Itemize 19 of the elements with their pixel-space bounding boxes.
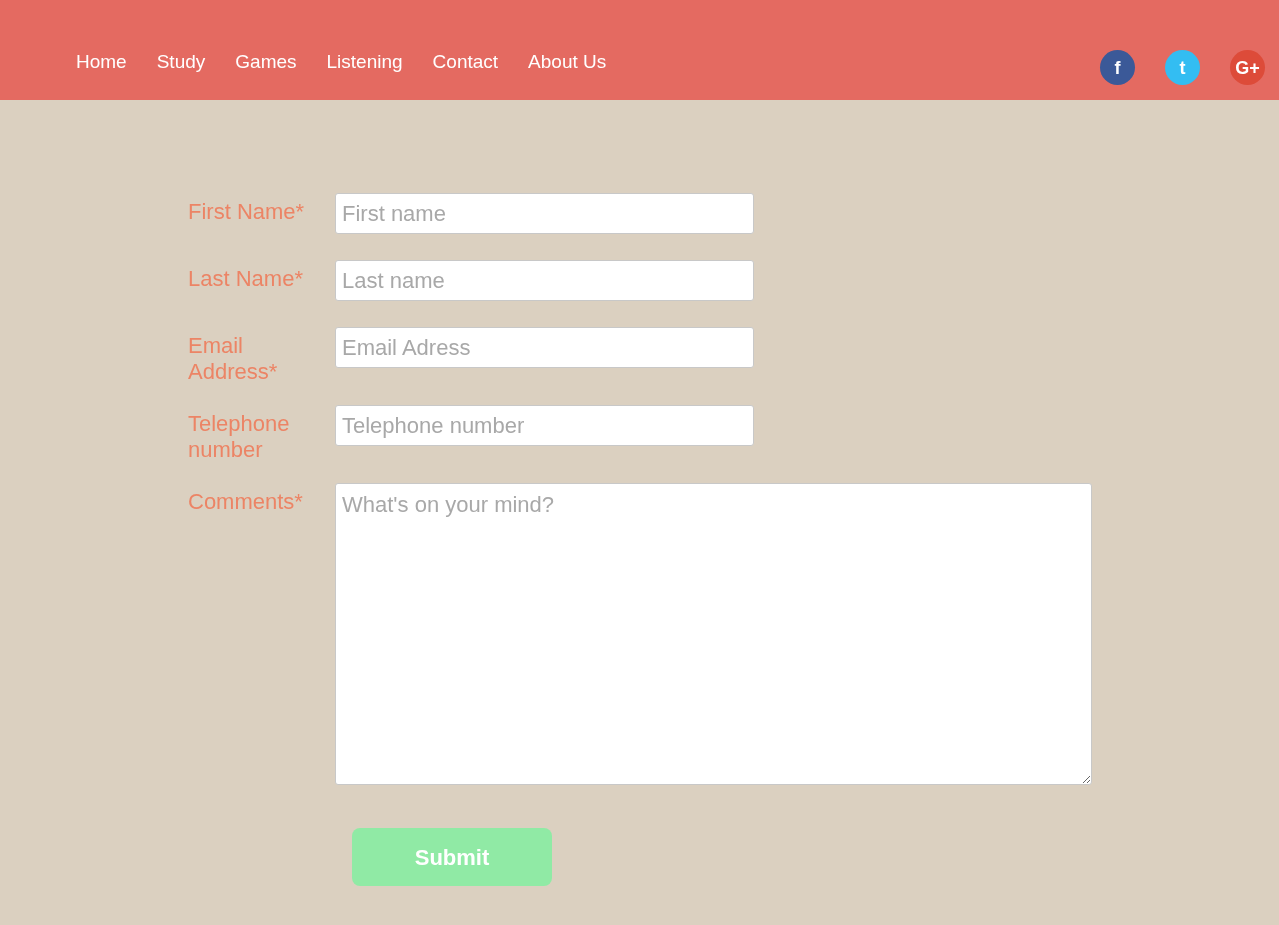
social-icon[interactable]: G+ bbox=[1230, 50, 1265, 85]
input-field[interactable]: Last name bbox=[335, 260, 754, 301]
input-field[interactable]: Email Adress bbox=[335, 327, 754, 368]
social-icon[interactable]: t bbox=[1165, 50, 1200, 85]
field-label: First Name* bbox=[188, 198, 306, 225]
nav-link[interactable]: About Us bbox=[528, 50, 607, 74]
input-field[interactable]: First name bbox=[335, 193, 754, 234]
nav-link[interactable]: Listening bbox=[326, 50, 403, 74]
field-label: Telephone number bbox=[188, 410, 291, 463]
nav-link[interactable]: Contact bbox=[432, 50, 499, 74]
comments-field[interactable]: What's on your mind? bbox=[335, 483, 1092, 785]
field-label: Comments* bbox=[188, 488, 304, 515]
social-icon[interactable]: f bbox=[1100, 50, 1135, 85]
field-label: Email Address* bbox=[188, 332, 279, 385]
nav-link[interactable]: Home bbox=[76, 50, 127, 74]
nav-link[interactable]: Study bbox=[156, 50, 206, 74]
input-field[interactable]: Telephone number bbox=[335, 405, 754, 446]
nav-link[interactable]: Games bbox=[235, 50, 297, 74]
field-label: Last Name* bbox=[188, 265, 304, 292]
